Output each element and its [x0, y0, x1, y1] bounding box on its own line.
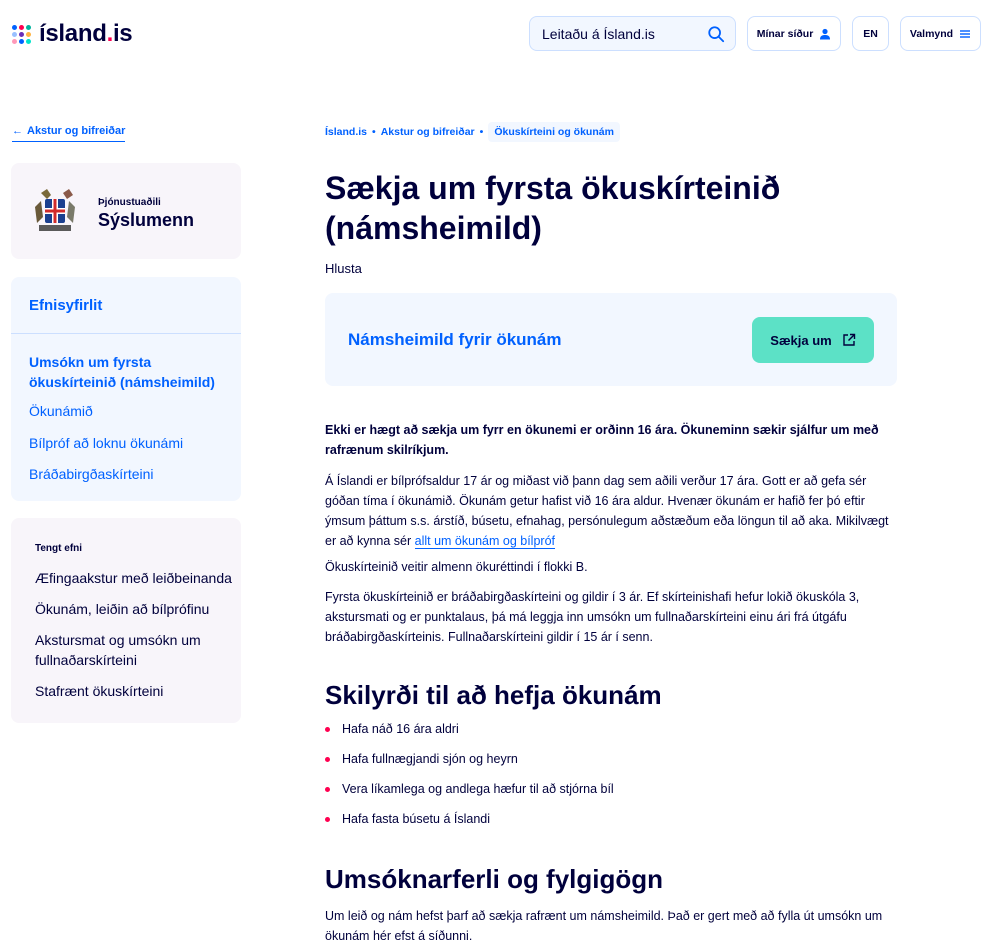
- body-paragraph: Ökuskírteinið veitir almenn ökuréttindi …: [325, 560, 588, 574]
- search-box[interactable]: [529, 16, 736, 51]
- menu-button[interactable]: Valmynd: [900, 16, 981, 51]
- bullet-icon: [325, 726, 330, 732]
- body-paragraph: Fyrsta ökuskírteinið er bráðabirgðaskírt…: [325, 590, 860, 644]
- list-item: Hafa fullnægjandi sjón og heyrn: [325, 752, 518, 766]
- section-heading: Skilyrði til að hefja ökunám: [325, 680, 662, 710]
- breadcrumb-separator: •: [479, 126, 484, 138]
- info-link[interactable]: allt um ökunám og bílpróf: [414, 534, 555, 549]
- related-content: Tengt efni Æfingaakstur með leiðbeinanda…: [11, 518, 241, 723]
- site-logo[interactable]: ísland.is: [12, 20, 133, 48]
- logo-dots-icon: [12, 24, 31, 44]
- my-pages-button[interactable]: Mínar síður: [747, 16, 841, 51]
- breadcrumb-link[interactable]: Ísland.is: [325, 126, 367, 138]
- bullet-icon: [325, 816, 330, 822]
- search-icon[interactable]: [707, 25, 725, 43]
- related-link[interactable]: Akstursmat og umsókn um fullnaðarskírtei…: [35, 630, 235, 670]
- toc-title: Efnisyfirlit: [29, 297, 103, 314]
- related-link[interactable]: Stafrænt ökuskírteini: [35, 681, 235, 701]
- language-button[interactable]: EN: [852, 16, 889, 51]
- lead-text: Ekki er hægt að sækja um fyrr en ökunemi…: [325, 423, 879, 457]
- related-link[interactable]: Æfingaakstur með leiðbeinanda: [35, 568, 235, 588]
- apply-button[interactable]: Sækja um: [752, 317, 874, 363]
- my-pages-label: Mínar síður: [756, 27, 814, 40]
- bullet-icon: [325, 786, 330, 792]
- apply-card-title: Námsheimild fyrir ökunám: [348, 330, 562, 349]
- list-item: Hafa náð 16 ára aldri: [325, 722, 459, 736]
- site-header: ísland.is Mínar síður EN Valmynd: [0, 0, 992, 72]
- listen-button[interactable]: Hlusta: [325, 261, 362, 276]
- breadcrumb-link[interactable]: Akstur og bifreiðar: [381, 126, 475, 138]
- menu-label: Valmynd: [909, 27, 954, 40]
- page-title: Sækja um fyrsta ökuskírteinið (námsheimi…: [325, 170, 781, 246]
- apply-button-label: Sækja um: [770, 332, 832, 348]
- related-link[interactable]: Ökunám, leiðin að bílprófinu: [35, 599, 235, 619]
- back-link[interactable]: ← Akstur og bifreiðar: [12, 125, 126, 142]
- breadcrumb-separator: •: [372, 126, 376, 138]
- back-link-label: Akstur og bifreiðar: [27, 125, 126, 137]
- org-kicker: Þjónustuaðili: [98, 197, 161, 208]
- related-title: Tengt efni: [35, 543, 83, 554]
- organization-card[interactable]: Þjónustuaðili Sýslumenn: [11, 163, 241, 259]
- toc-item-active[interactable]: Umsókn um fyrsta ökuskírteinið (námsheim…: [29, 352, 229, 392]
- table-of-contents: Efnisyfirlit Umsókn um fyrsta ökuskírtei…: [11, 277, 241, 501]
- body-paragraph: Á Íslandi er bílprófsaldur 17 ár og miða…: [325, 474, 889, 549]
- section-heading: Umsóknarferli og fylgigögn: [325, 864, 664, 894]
- breadcrumb: Ísland.is • Akstur og bifreiðar • Ökuskí…: [325, 121, 620, 143]
- breadcrumb-tag[interactable]: Ökuskírteini og ökunám: [488, 122, 620, 142]
- org-name[interactable]: Sýslumenn: [98, 210, 194, 231]
- user-icon: [820, 28, 831, 39]
- arrow-left-icon: ←: [12, 125, 23, 137]
- logo-text: ísland.is: [39, 20, 133, 47]
- external-link-icon: [843, 333, 855, 346]
- search-input[interactable]: [542, 25, 702, 42]
- toc-item[interactable]: Bráðabirgðaskírteini: [29, 466, 154, 482]
- apply-card: Námsheimild fyrir ökunám Sækja um: [325, 293, 897, 386]
- bullet-icon: [325, 756, 330, 762]
- hamburger-icon: [960, 29, 971, 38]
- language-label: EN: [863, 27, 878, 40]
- body-paragraph: Um leið og nám hefst þarf að sækja rafræ…: [325, 909, 883, 943]
- toc-item[interactable]: Ökunámið: [29, 403, 93, 419]
- toc-item[interactable]: Bílpróf að loknu ökunámi: [29, 435, 183, 451]
- coat-of-arms-icon: [35, 189, 75, 231]
- divider: [11, 333, 241, 334]
- list-item: Vera líkamlega og andlega hæfur til að s…: [325, 782, 614, 796]
- list-item: Hafa fasta búsetu á Íslandi: [325, 812, 490, 826]
